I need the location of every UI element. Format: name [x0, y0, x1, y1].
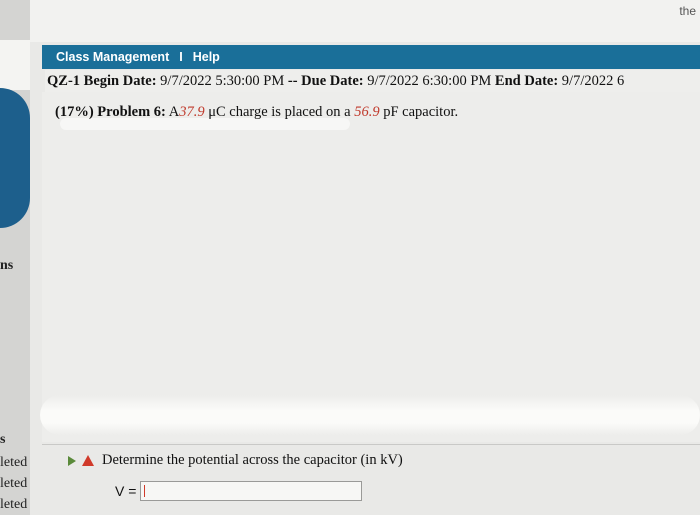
left-sidebar-fragment[interactable]: leted — [0, 497, 27, 513]
problem-text-c: pF capacitor. — [383, 104, 459, 120]
left-sidebar-fragment: ns — [0, 258, 14, 273]
problem-text-b: μC charge is placed on a — [208, 104, 351, 120]
nav-help[interactable]: Help — [193, 50, 220, 64]
play-icon[interactable] — [68, 455, 76, 466]
quiz-sep: -- — [287, 73, 298, 89]
nav-separator: I — [179, 50, 183, 64]
problem-content-area — [42, 92, 700, 442]
problem-label: Problem 6: — [97, 104, 166, 120]
problem-statement: (17%) Problem 6: A37.9 μC charge is plac… — [55, 104, 458, 121]
left-sidebar-logo-shape — [0, 88, 30, 228]
problem-percent: (17%) — [55, 104, 94, 120]
text-caret — [144, 485, 146, 497]
quiz-begin-label: Begin Date: — [83, 73, 157, 89]
screen-glare-band — [40, 395, 700, 435]
problem-charge-value: 37.9 — [179, 104, 205, 120]
answer-row: V = — [115, 481, 363, 501]
nav-bar: Class Management I Help — [42, 45, 700, 69]
left-sidebar-fragment: s — [0, 432, 6, 447]
problem-part: Determine the potential across the capac… — [68, 452, 403, 469]
left-sidebar-fragment[interactable]: leted — [0, 455, 27, 471]
quiz-info-line: QZ-1 Begin Date: 9/7/2022 5:30:00 PM -- … — [45, 70, 700, 92]
quiz-begin-value: 9/7/2022 5:30:00 PM — [160, 73, 285, 89]
quiz-due-value: 9/7/2022 6:30:00 PM — [367, 73, 492, 89]
top-corner-text: the — [679, 4, 696, 18]
problem-text-a: A — [168, 104, 180, 120]
part-question: Determine the potential across the capac… — [102, 452, 403, 468]
quiz-end-value: 9/7/2022 6 — [561, 73, 625, 89]
answer-label: V = — [115, 483, 137, 499]
left-sidebar-fragment[interactable]: leted — [0, 476, 27, 492]
left-sidebar-white-block — [0, 40, 30, 90]
quiz-name: QZ-1 — [47, 73, 81, 89]
top-strip: the — [30, 0, 700, 42]
quiz-end-label: End Date: — [494, 73, 559, 89]
quiz-due-label: Due Date: — [301, 73, 364, 89]
problem-capacitance-value: 56.9 — [354, 104, 380, 120]
warning-icon — [82, 455, 94, 466]
nav-class-management[interactable]: Class Management — [56, 50, 169, 64]
answer-input[interactable] — [140, 481, 363, 501]
section-divider — [42, 444, 700, 445]
